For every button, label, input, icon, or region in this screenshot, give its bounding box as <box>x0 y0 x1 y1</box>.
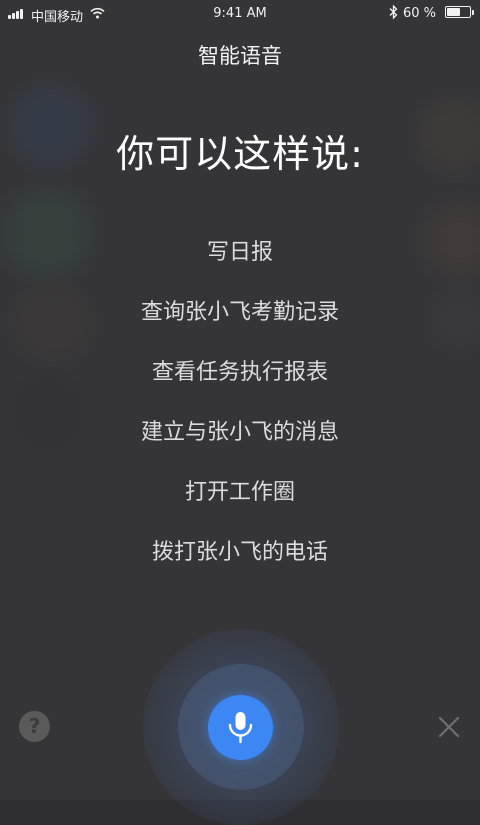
suggestion-item[interactable]: 建立与张小飞的消息 <box>0 416 480 476</box>
suggestion-item[interactable]: 查看任务执行报表 <box>0 356 480 416</box>
status-bar: 中国移动 9:41 AM 60 % <box>0 0 480 28</box>
prompt-heading: 你可以这样说: <box>116 132 364 176</box>
close-button[interactable] <box>436 714 462 740</box>
bluetooth-icon <box>389 4 398 23</box>
help-button[interactable]: ? <box>19 711 50 742</box>
suggestion-item[interactable]: 打开工作圈 <box>0 476 480 536</box>
page-title: 智能语音 <box>198 44 282 68</box>
suggestion-list: 写日报 查询张小飞考勤记录 查看任务执行报表 建立与张小飞的消息 打开工作圈 拨… <box>0 236 480 596</box>
battery-level <box>447 8 461 16</box>
battery-percent: 60 % <box>403 6 437 21</box>
suggestion-item[interactable]: 查询张小飞考勤记录 <box>0 296 480 356</box>
close-x-icon <box>438 716 460 738</box>
suggestion-item[interactable]: 写日报 <box>0 236 480 296</box>
battery-icon <box>445 6 474 18</box>
question-mark-icon: ? <box>28 714 41 738</box>
microphone-button[interactable] <box>208 695 273 760</box>
suggestion-item[interactable]: 拨打张小飞的电话 <box>0 536 480 596</box>
microphone-icon <box>228 712 253 744</box>
